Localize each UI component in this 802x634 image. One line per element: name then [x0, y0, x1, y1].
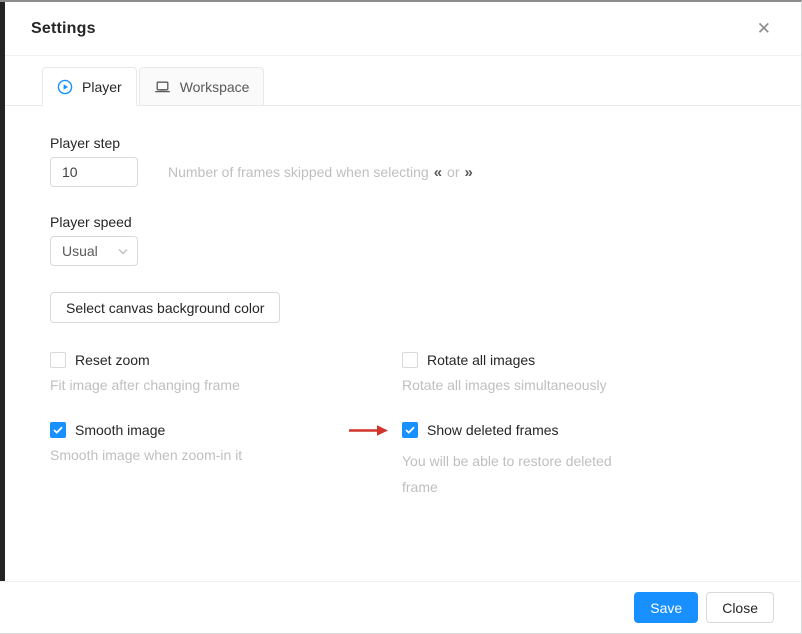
player-step-group: Player step Number of frames skipped whe… — [50, 135, 801, 187]
double-chevron-left-icon: « — [434, 164, 442, 181]
reset-zoom-checkbox[interactable] — [50, 352, 66, 368]
close-button[interactable]: Close — [706, 592, 774, 623]
laptop-icon — [154, 79, 171, 95]
double-chevron-right-icon: » — [464, 164, 472, 181]
close-icon[interactable]: ✕ — [753, 16, 775, 41]
rotate-all-checkbox[interactable] — [402, 352, 418, 368]
player-step-hint: Number of frames skipped when selecting … — [168, 164, 473, 181]
tab-player[interactable]: Player — [42, 67, 137, 106]
dialog-footer: Save Close — [0, 581, 801, 633]
player-step-hint-or: or — [447, 164, 459, 180]
checkmark-icon — [53, 426, 63, 434]
tab-workspace-label: Workspace — [180, 79, 250, 95]
red-arrow-pointer-icon — [349, 424, 389, 437]
player-step-input[interactable] — [50, 157, 138, 187]
smooth-image-hint: Smooth image when zoom-in it — [50, 446, 402, 464]
player-speed-select[interactable]: Usual — [50, 236, 138, 266]
rotate-all-hint: Rotate all images simultaneously — [402, 376, 801, 394]
save-button[interactable]: Save — [634, 592, 698, 623]
dialog-body: Player step Number of frames skipped whe… — [0, 106, 801, 527]
option-reset-zoom: Reset zoom Fit image after changing fram… — [50, 351, 402, 394]
reset-zoom-hint: Fit image after changing frame — [50, 376, 402, 394]
option-rotate-all: Rotate all images Rotate all images simu… — [402, 351, 801, 394]
window-edge — [0, 2, 5, 584]
show-deleted-frames-label: Show deleted frames — [427, 422, 559, 438]
tab-workspace[interactable]: Workspace — [139, 67, 265, 106]
smooth-image-checkbox[interactable] — [50, 422, 66, 438]
player-speed-group: Player speed Usual — [50, 214, 801, 266]
show-deleted-frames-checkbox[interactable] — [402, 422, 418, 438]
smooth-image-label: Smooth image — [75, 422, 165, 438]
page-title: Settings — [31, 20, 753, 38]
tab-player-label: Player — [82, 79, 122, 95]
settings-dialog: Settings ✕ Player Workspace — [0, 0, 802, 634]
play-circle-icon — [57, 79, 73, 95]
player-speed-label: Player speed — [50, 214, 801, 230]
rotate-all-label: Rotate all images — [427, 352, 535, 368]
dialog-header: Settings ✕ — [0, 2, 801, 56]
options-grid: Reset zoom Fit image after changing fram… — [50, 351, 801, 527]
reset-zoom-label: Reset zoom — [75, 352, 150, 368]
player-step-label: Player step — [50, 135, 801, 151]
option-show-deleted-frames: Show deleted frames You will be able to … — [402, 421, 801, 500]
select-canvas-background-color-button[interactable]: Select canvas background color — [50, 292, 280, 323]
chevron-down-icon — [118, 248, 128, 255]
player-step-hint-text: Number of frames skipped when selecting — [168, 164, 429, 180]
settings-tabbar: Player Workspace — [0, 67, 801, 106]
player-speed-value: Usual — [62, 243, 98, 259]
checkmark-icon — [405, 426, 415, 434]
show-deleted-frames-hint: You will be able to restore deleted fram… — [402, 448, 614, 500]
